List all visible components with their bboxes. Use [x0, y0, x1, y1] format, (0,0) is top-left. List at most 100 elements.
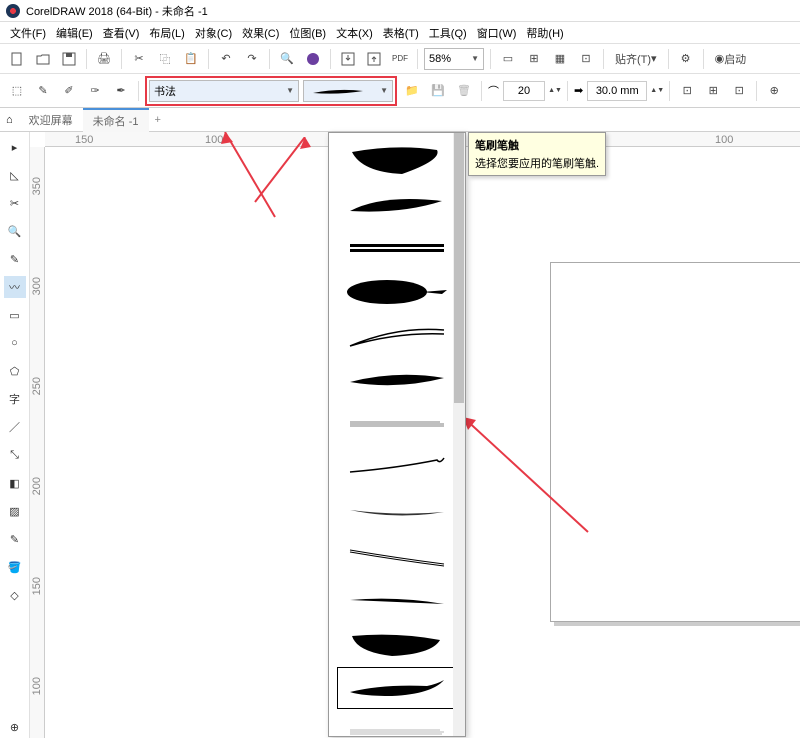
- delete-brush-button[interactable]: 🗑: [453, 80, 475, 102]
- save-brush-button[interactable]: 💾: [427, 80, 449, 102]
- fill-tool[interactable]: 🪣: [4, 556, 26, 578]
- brush-item-14[interactable]: [337, 711, 457, 736]
- menu-tools[interactable]: 工具(Q): [425, 23, 471, 43]
- smoothing-input[interactable]: [503, 81, 545, 101]
- pick-tool[interactable]: ▸: [4, 136, 26, 158]
- drop-shadow-tool[interactable]: ◧: [4, 472, 26, 494]
- brush-item-1[interactable]: [337, 139, 457, 181]
- brush-item-12[interactable]: [337, 623, 457, 665]
- undo-button[interactable]: ↶: [215, 48, 237, 70]
- brush-item-5[interactable]: [337, 315, 457, 357]
- menu-object[interactable]: 对象(C): [191, 23, 236, 43]
- brush-item-10[interactable]: [337, 535, 457, 577]
- misc-2-button[interactable]: ⊡: [728, 80, 750, 102]
- drawing-page[interactable]: [550, 262, 800, 622]
- polygon-tool[interactable]: ⬠: [4, 360, 26, 382]
- connector-tool[interactable]: ⤡: [4, 444, 26, 466]
- brush-item-13[interactable]: [337, 667, 457, 709]
- brush-stroke-dropdown[interactable]: ▼: [303, 80, 393, 102]
- annotation-box-dropdowns: 书法 ▼ ▼: [145, 76, 397, 106]
- width-icon: ➡: [574, 84, 583, 97]
- tab-welcome[interactable]: 欢迎屏幕: [19, 109, 83, 131]
- preset-3-button[interactable]: ✐: [58, 80, 80, 102]
- brush-list[interactable]: [329, 133, 465, 736]
- brush-item-4[interactable]: [337, 271, 457, 313]
- brush-item-7[interactable]: [337, 403, 457, 445]
- parallel-dim-tool[interactable]: ／: [4, 416, 26, 438]
- brush-item-11[interactable]: [337, 579, 457, 621]
- brush-item-6[interactable]: [337, 359, 457, 401]
- guidelines-button[interactable]: ⊡: [575, 48, 597, 70]
- fullscreen-button[interactable]: ▭: [497, 48, 519, 70]
- menu-layout[interactable]: 布局(L): [145, 23, 188, 43]
- cut-button[interactable]: ✂: [128, 48, 150, 70]
- smoothing-spinner[interactable]: ▲▼: [549, 80, 561, 102]
- shape-tool[interactable]: ◺: [4, 164, 26, 186]
- tooltip-desc: 选择您要应用的笔刷笔触.: [475, 155, 599, 171]
- menu-help[interactable]: 帮助(H): [522, 23, 567, 43]
- transparency-tool[interactable]: ▨: [4, 500, 26, 522]
- scrollbar-thumb[interactable]: [454, 133, 464, 403]
- text-tool[interactable]: 字: [4, 388, 26, 410]
- preset-4-button[interactable]: ✑: [84, 80, 106, 102]
- canvas-area[interactable]: 150 100 50 50 100 350 300 250 200 150 10…: [30, 132, 800, 738]
- misc-1-button[interactable]: ⊞: [702, 80, 724, 102]
- pdf-button[interactable]: PDF: [389, 48, 411, 70]
- save-button[interactable]: [58, 48, 80, 70]
- export-button[interactable]: [363, 48, 385, 70]
- width-spinner[interactable]: ▲▼: [651, 80, 663, 102]
- rectangle-tool[interactable]: ▭: [4, 304, 26, 326]
- eyedropper-tool[interactable]: ✎: [4, 528, 26, 550]
- preset-2-button[interactable]: ✎: [32, 80, 54, 102]
- brush-stroke-popup: [328, 132, 466, 737]
- menu-text[interactable]: 文本(X): [332, 23, 377, 43]
- preset-1-button[interactable]: ⬚: [6, 80, 28, 102]
- menu-window[interactable]: 窗口(W): [473, 23, 521, 43]
- zoom-tool[interactable]: 🔍: [4, 220, 26, 242]
- rulers-button[interactable]: ⊞: [523, 48, 545, 70]
- paste-button[interactable]: 📋: [180, 48, 202, 70]
- smoothing-icon: ⌒: [488, 83, 499, 99]
- brush-item-9[interactable]: [337, 491, 457, 533]
- title-bar: CorelDRAW 2018 (64-Bit) - 未命名 -1: [0, 0, 800, 22]
- redo-button[interactable]: ↷: [241, 48, 263, 70]
- snap-button[interactable]: 贴齐(T) ▾: [610, 48, 662, 70]
- menu-bitmap[interactable]: 位图(B): [285, 23, 330, 43]
- menu-effect[interactable]: 效果(C): [238, 23, 283, 43]
- chevron-down-icon: ▼: [471, 54, 479, 63]
- browse-button[interactable]: 📁: [401, 80, 423, 102]
- brush-scrollbar[interactable]: [453, 133, 465, 736]
- print-button[interactable]: 🖨: [93, 48, 115, 70]
- stroke-width-input[interactable]: [587, 81, 647, 101]
- bbox-button[interactable]: ⊡: [676, 80, 698, 102]
- search-button[interactable]: 🔍: [276, 48, 298, 70]
- menu-view[interactable]: 查看(V): [99, 23, 144, 43]
- add-tab-button[interactable]: +: [149, 114, 167, 126]
- brush-category-dropdown[interactable]: 书法 ▼: [149, 80, 299, 102]
- menu-edit[interactable]: 编辑(E): [52, 23, 97, 43]
- ellipse-tool[interactable]: ○: [4, 332, 26, 354]
- crop-tool[interactable]: ✂: [4, 192, 26, 214]
- artistic-media-tool[interactable]: 〰: [4, 276, 26, 298]
- outline-tool[interactable]: ◇: [4, 584, 26, 606]
- copy-button[interactable]: ⿻: [154, 48, 176, 70]
- expand-toolbox-button[interactable]: ⊕: [4, 716, 26, 738]
- mesh-button[interactable]: [302, 48, 324, 70]
- tab-document[interactable]: 未命名 -1: [83, 108, 149, 132]
- preset-5-button[interactable]: ✒: [110, 80, 132, 102]
- grid-button[interactable]: ▦: [549, 48, 571, 70]
- brush-item-8[interactable]: [337, 447, 457, 489]
- home-icon[interactable]: ⌂: [6, 114, 13, 126]
- add-button[interactable]: ⊕: [763, 80, 785, 102]
- freehand-tool[interactable]: ✎: [4, 248, 26, 270]
- import-button[interactable]: [337, 48, 359, 70]
- zoom-dropdown[interactable]: 58% ▼: [424, 48, 484, 70]
- menu-file[interactable]: 文件(F): [6, 23, 50, 43]
- brush-item-2[interactable]: [337, 183, 457, 225]
- open-button[interactable]: [32, 48, 54, 70]
- options-button[interactable]: ⚙: [675, 48, 697, 70]
- brush-item-3[interactable]: [337, 227, 457, 269]
- menu-table[interactable]: 表格(T): [379, 23, 423, 43]
- new-doc-button[interactable]: [6, 48, 28, 70]
- launch-button[interactable]: ◉ 启动: [710, 48, 752, 70]
